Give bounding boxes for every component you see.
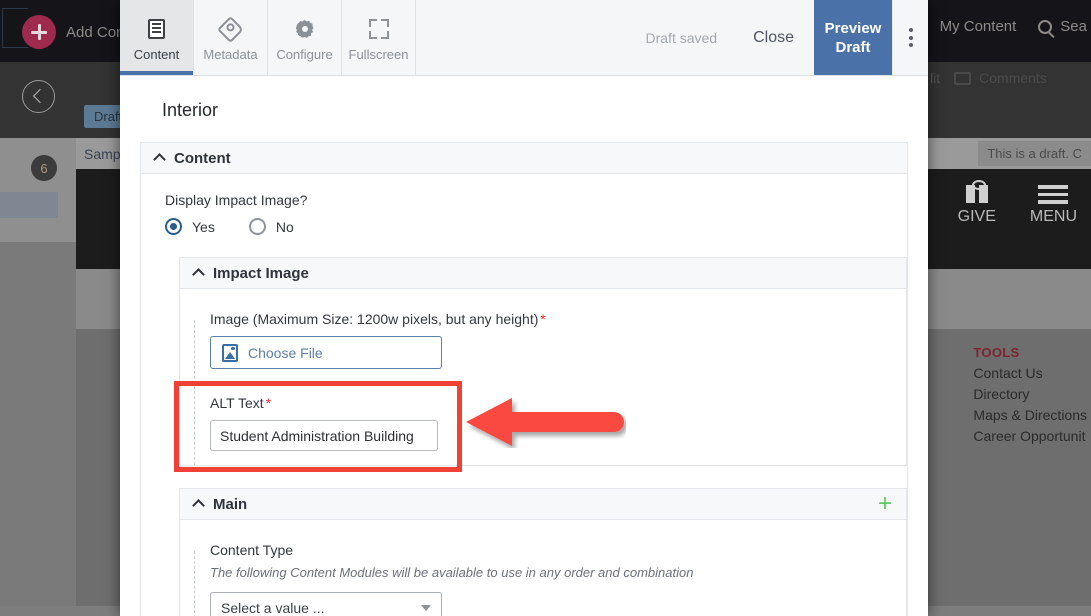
tools-column: TOOLS Contact Us Directory Maps & Direct… xyxy=(973,342,1087,447)
alt-text-input[interactable]: Student Administration Building xyxy=(210,420,438,451)
impact-image-panel-title: Impact Image xyxy=(213,264,309,282)
comments-label: Comments xyxy=(979,70,1047,86)
content-panel-body: Display Impact Image? Yes No Impact Imag… xyxy=(141,174,907,616)
required-asterisk: * xyxy=(265,395,272,411)
tab-content-label: Content xyxy=(133,47,180,62)
background-edit-comments-row: lit Comments xyxy=(930,70,1047,86)
tab-fullscreen[interactable]: Fullscreen xyxy=(342,0,416,75)
radio-option-no[interactable]: No xyxy=(248,218,294,235)
comment-bubble-icon xyxy=(954,71,972,85)
left-panel-badge: 6 xyxy=(31,155,57,181)
display-impact-image-label: Display Impact Image? xyxy=(165,192,308,208)
preview-draft-button[interactable]: Preview Draft xyxy=(814,0,892,75)
draft-notice-banner: This is a draft. C xyxy=(978,141,1091,166)
search-label: Sea xyxy=(1060,18,1087,35)
radio-yes-label: Yes xyxy=(192,218,215,235)
topbar-right-nav: My Content Sea xyxy=(940,18,1091,35)
plus-circle-icon xyxy=(22,15,56,49)
document-lines-icon xyxy=(148,17,165,41)
sample-label: Samp xyxy=(84,146,121,162)
search-button[interactable]: Sea xyxy=(1038,18,1087,35)
content-type-select[interactable]: Select a value ... xyxy=(210,592,442,616)
tools-link-contact-us[interactable]: Contact Us xyxy=(973,363,1087,384)
main-panel-header[interactable]: Main + xyxy=(180,489,906,520)
alt-text-label-text: ALT Text xyxy=(210,395,264,411)
content-panel: Content Display Impact Image? Yes No Imp… xyxy=(140,142,908,616)
arrow-left-annotation xyxy=(466,396,626,448)
tab-fullscreen-label: Fullscreen xyxy=(348,47,409,62)
tools-title: TOOLS xyxy=(973,345,1020,360)
expand-icon xyxy=(368,17,389,41)
image-upload-label: Image (Maximum Size: 1200w pixels, but a… xyxy=(210,311,906,327)
screen-root: 6 Draft Samp This is a draft. C GIVE MEN… xyxy=(0,0,1091,616)
choose-file-button[interactable]: Choose File xyxy=(210,336,442,369)
search-icon xyxy=(1038,19,1053,34)
required-asterisk: * xyxy=(540,311,546,327)
left-panel-chip xyxy=(0,192,58,218)
tag-icon xyxy=(217,15,244,43)
tab-configure-label: Configure xyxy=(276,47,333,62)
tab-metadata-label: Metadata xyxy=(203,47,258,62)
chevron-up-icon xyxy=(192,268,205,281)
comments-button[interactable]: Comments xyxy=(954,70,1047,86)
tools-link-maps-directions[interactable]: Maps & Directions xyxy=(973,405,1087,426)
impact-image-panel-header[interactable]: Impact Image xyxy=(180,258,906,289)
image-upload-label-text: Image (Maximum Size: 1200w pixels, but a… xyxy=(210,311,539,327)
edit-label[interactable]: lit xyxy=(930,70,940,86)
radio-yes-indicator xyxy=(165,218,182,235)
menu-nav-item[interactable]: MENU xyxy=(1030,185,1077,226)
give-nav-item[interactable]: GIVE xyxy=(957,180,996,226)
chevron-up-icon xyxy=(192,499,205,512)
hamburger-icon xyxy=(1038,185,1069,204)
my-content-link[interactable]: My Content xyxy=(940,18,1017,35)
content-type-label: Content Type xyxy=(210,542,294,558)
radio-no-indicator xyxy=(248,218,266,235)
edit-content-modal: Content Metadata Configure Fullscreen Dr… xyxy=(120,0,928,616)
content-type-help-text: The following Content Modules will be av… xyxy=(210,565,694,580)
gift-icon xyxy=(965,180,988,208)
give-label: GIVE xyxy=(957,208,996,225)
main-panel-body: Content Type The following Content Modul… xyxy=(180,520,906,616)
close-button[interactable]: Close xyxy=(733,0,814,75)
tab-content[interactable]: Content xyxy=(120,0,194,75)
tools-link-career-opportunities[interactable]: Career Opportunit xyxy=(973,426,1087,447)
tab-configure[interactable]: Configure xyxy=(268,0,342,75)
radio-no-label: No xyxy=(275,218,294,235)
main-panel-title: Main xyxy=(213,495,248,513)
chevron-down-icon xyxy=(421,605,431,611)
content-panel-title: Content xyxy=(174,149,231,167)
panel-guide-line xyxy=(194,320,195,465)
content-panel-header[interactable]: Content xyxy=(141,143,907,174)
menu-label: MENU xyxy=(1029,208,1077,225)
choose-file-label: Choose File xyxy=(248,344,323,361)
site-header-nav: GIVE MENU xyxy=(957,180,1077,226)
more-vertical-icon[interactable] xyxy=(892,0,928,75)
panel-guide-line xyxy=(194,551,195,616)
chevron-up-icon xyxy=(153,153,166,166)
display-impact-image-radio-group: Yes No xyxy=(165,218,907,235)
modal-body: Interior Content Display Impact Image? Y… xyxy=(120,76,928,616)
content-type-select-value: Select a value ... xyxy=(221,600,325,616)
main-panel: Main + Content Type The following Conten… xyxy=(179,488,907,616)
plus-icon[interactable]: + xyxy=(878,492,892,516)
gear-icon xyxy=(295,17,315,41)
radio-option-yes[interactable]: Yes xyxy=(165,218,215,235)
modal-toolbar: Content Metadata Configure Fullscreen Dr… xyxy=(120,0,928,76)
draft-saved-status: Draft saved xyxy=(645,29,718,46)
background-left-panel-lower xyxy=(0,242,76,616)
page-title: Interior xyxy=(162,100,219,120)
tab-metadata[interactable]: Metadata xyxy=(194,0,268,75)
tools-link-directory[interactable]: Directory xyxy=(973,384,1087,405)
image-file-icon xyxy=(222,343,238,362)
collapse-sidebar-icon[interactable] xyxy=(22,80,55,113)
